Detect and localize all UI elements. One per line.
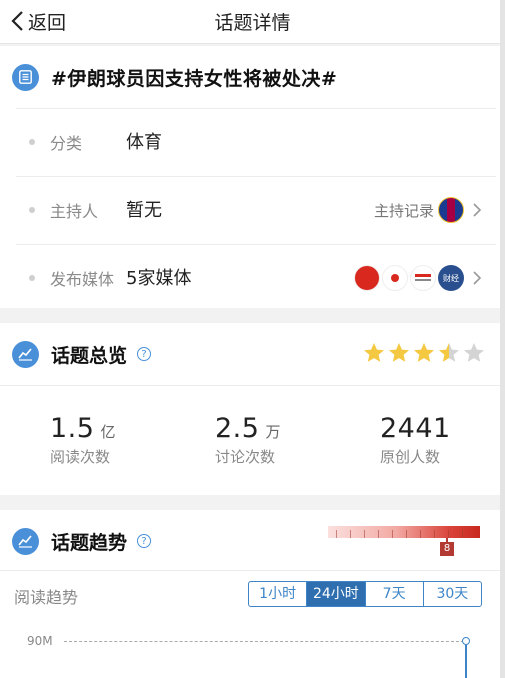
trend-card: 话题趋势 ? 8 阅读趋势 1小时 24小时 7天 30天 90M (0, 510, 500, 678)
trend-endpoint (462, 637, 470, 645)
star-half-icon (439, 343, 459, 362)
media-value: 5家媒体 (126, 268, 192, 289)
heat-level-value: 8 (440, 542, 454, 556)
heat-tick (406, 530, 407, 538)
rating-stars (361, 341, 486, 365)
category-value: 体育 (126, 132, 162, 153)
topic-header: #伊朗球员因支持女性将被处决# (12, 62, 337, 92)
time-range-selector: 1小时 24小时 7天 30天 (248, 581, 482, 607)
heat-tick (434, 530, 435, 538)
help-icon[interactable]: ? (137, 347, 152, 361)
range-24h-tab[interactable]: 24小时 (307, 582, 366, 606)
heat-level-marker: 8 (440, 538, 454, 556)
heat-tick (392, 530, 393, 538)
media-logo-icon (410, 265, 436, 291)
heat-tick (448, 530, 449, 538)
trend-header: 话题趋势 ? (12, 526, 152, 556)
original-users-value: 2441 (380, 413, 451, 444)
reading-trend-label: 阅读趋势 (14, 588, 79, 607)
host-record-label: 主持记录 (373, 201, 434, 220)
chevron-right-icon (473, 203, 482, 217)
media-logo-icon (354, 265, 380, 291)
read-count-value: 1.5 (50, 413, 95, 444)
read-count-caption: 阅读次数 (50, 448, 111, 466)
star-empty-icon (464, 343, 484, 362)
heat-tick (364, 530, 365, 538)
help-icon[interactable]: ? (137, 534, 152, 548)
overview-card: 话题总览 ? 1.5 亿 阅读次数 2.5 万 讨论次数 2441 原创人数 (0, 323, 500, 495)
topic-detail-page: 返回 话题详情 #伊朗球员因支持女性将被处决# 分类 体育 主持人 暂无 主持记… (0, 0, 505, 678)
media-row[interactable]: 发布媒体 5家媒体 财经 (16, 244, 496, 310)
media-list-link[interactable]: 财经 (354, 262, 482, 294)
original-users-stat: 2441 原创人数 (380, 413, 451, 467)
trend-title: 话题趋势 (51, 531, 128, 554)
discussion-count-unit: 万 (265, 423, 281, 441)
divider (0, 385, 500, 386)
heat-scale-bar (328, 526, 480, 538)
trend-chart-icon (12, 527, 39, 555)
read-count-stat: 1.5 亿 阅读次数 (50, 413, 115, 467)
media-label: 发布媒体 (50, 270, 115, 289)
bullet-dot (29, 207, 35, 213)
heat-tick (378, 530, 379, 538)
divider (0, 570, 500, 571)
star-full-icon (389, 343, 409, 362)
club-logo-icon (438, 197, 464, 223)
overview-header: 话题总览 ? (12, 339, 152, 369)
star-full-icon (364, 343, 384, 362)
star-full-icon (414, 343, 434, 362)
heat-tick (420, 530, 421, 538)
discussion-count-value: 2.5 (215, 413, 260, 444)
chevron-right-icon (473, 271, 482, 285)
category-label: 分类 (50, 134, 83, 153)
heat-tick (462, 530, 463, 538)
nav-bar: 返回 话题详情 (0, 0, 505, 44)
topic-card: #伊朗球员因支持女性将被处决# 分类 体育 主持人 暂无 主持记录 发布媒体 5… (0, 46, 500, 308)
page-title: 话题详情 (214, 12, 291, 34)
stats-chart-icon (12, 340, 39, 368)
range-1h-tab[interactable]: 1小时 (249, 582, 308, 606)
host-row[interactable]: 主持人 暂无 主持记录 (16, 176, 496, 242)
bullet-dot (29, 275, 35, 281)
original-users-caption: 原创人数 (380, 448, 441, 466)
y-axis-tick-label: 90M (27, 634, 53, 648)
media-logo-icon: 财经 (438, 265, 464, 291)
host-value: 暂无 (126, 200, 162, 221)
overview-title: 话题总览 (51, 344, 128, 367)
topic-title: #伊朗球员因支持女性将被处决# (51, 67, 338, 90)
trend-line (465, 645, 467, 678)
host-label: 主持人 (50, 202, 99, 221)
range-7d-tab[interactable]: 7天 (366, 582, 424, 606)
topic-list-icon (12, 63, 39, 91)
bullet-dot (29, 139, 35, 145)
discussion-count-caption: 讨论次数 (215, 448, 276, 466)
max-dashed-line (64, 641, 464, 642)
heat-tick (350, 530, 351, 538)
range-30d-tab[interactable]: 30天 (424, 582, 481, 606)
media-logo-text: 财经 (443, 273, 459, 283)
scrollbar-track[interactable] (500, 0, 505, 678)
category-row: 分类 体育 (16, 108, 496, 174)
discussion-count-stat: 2.5 万 讨论次数 (215, 413, 280, 467)
read-count-unit: 亿 (100, 423, 116, 441)
media-logo-icon (382, 265, 408, 291)
heat-tick (336, 530, 337, 538)
host-record-link[interactable]: 主持记录 (374, 194, 482, 226)
